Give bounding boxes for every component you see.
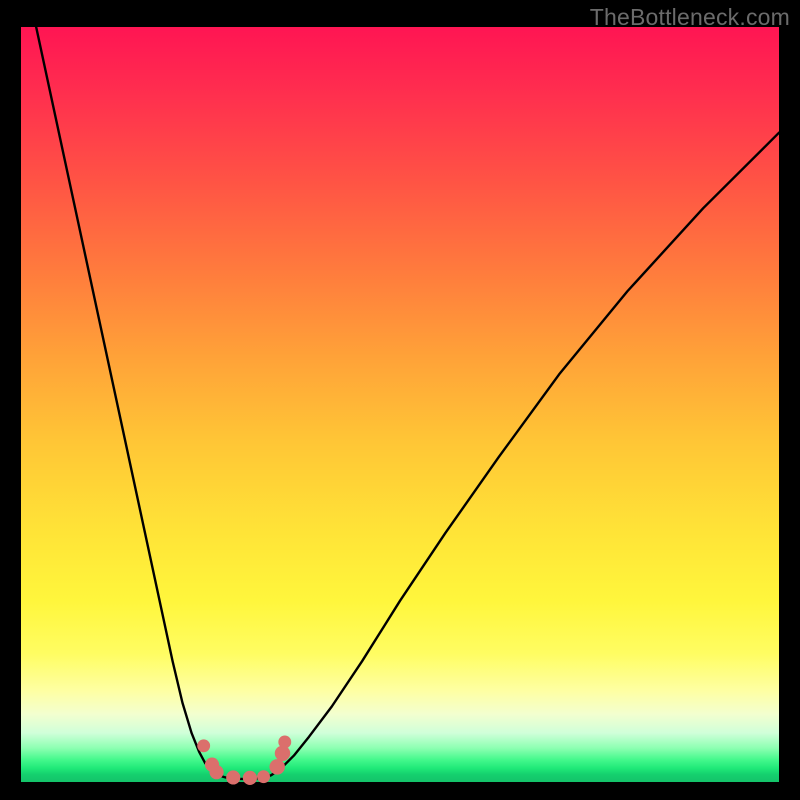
curve-dot xyxy=(269,759,284,774)
bottleneck-curve-svg xyxy=(21,27,779,782)
watermark-text: TheBottleneck.com xyxy=(590,4,790,31)
curve-dot xyxy=(243,771,257,785)
curve-dot xyxy=(278,736,291,749)
curve-dot xyxy=(226,770,240,784)
bottleneck-curve xyxy=(36,27,779,779)
curve-dots-group xyxy=(197,736,291,785)
curve-dot xyxy=(197,739,210,752)
curve-dot xyxy=(209,765,223,779)
curve-dot xyxy=(257,770,270,783)
chart-plot-area xyxy=(21,27,779,782)
